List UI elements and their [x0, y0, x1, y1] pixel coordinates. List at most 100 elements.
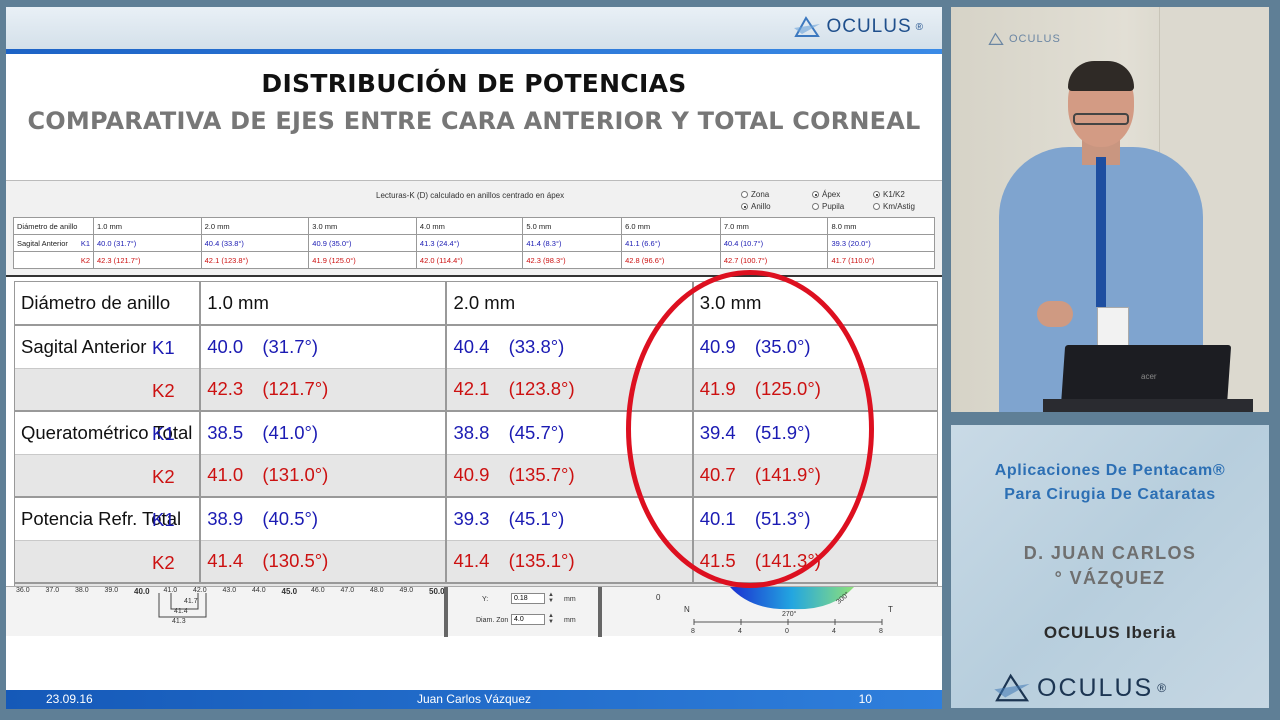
talk-title-line-1: Aplicaciones De Pentacam®	[994, 462, 1226, 479]
big-row-label-cell: K2	[15, 454, 202, 498]
y-field-label: Y:	[482, 596, 489, 603]
backdrop-oculus-logo: OCULUS	[987, 32, 1061, 46]
radio-button-icon[interactable]	[873, 203, 880, 210]
big-value-cell: 38.5 (41.0°)	[200, 411, 448, 455]
axis-value: (45.1°)	[508, 507, 565, 529]
small-k2-value-7: 41.7 (110.0°)	[827, 251, 935, 269]
radio-button-icon[interactable]	[741, 191, 748, 198]
small-k1-value-1: 40.4 (33.8°)	[200, 234, 310, 252]
y-stepper-icon[interactable]: ▲ ▼	[548, 592, 554, 604]
small-diameter-2: 3.0 mm	[308, 217, 417, 235]
option-1[interactable]: Ápex	[812, 190, 840, 199]
option-label: Zona	[751, 190, 770, 199]
zoom-field-input[interactable]: 4.0	[511, 614, 545, 625]
k-value: 41.0	[207, 464, 244, 486]
k-value: 40.4	[453, 335, 490, 357]
axis-value: (33.8°)	[508, 335, 565, 357]
option-0[interactable]: Zona	[741, 190, 769, 199]
slide-header-line	[6, 49, 942, 54]
small-diameter-1: 2.0 mm	[200, 217, 310, 235]
big-value-cell: 38.9 (40.5°)	[200, 497, 448, 541]
small-k1-value-7: 39.3 (20.0°)	[827, 234, 935, 252]
big-row-label-cell: Sagital Anterior K1	[15, 325, 202, 369]
map-angle-270: 270°	[782, 611, 797, 618]
speaker-name-line-1: D. JUAN CARLOS	[1023, 543, 1197, 563]
speaker-name-line-2: ° VÁZQUEZ	[1054, 568, 1166, 588]
slide-oculus-logo: OCULUS ®	[792, 16, 924, 38]
small-diameter-3: 4.0 mm	[415, 217, 524, 235]
scale-marker-lines	[158, 593, 207, 618]
small-k2-value-5: 42.8 (96.6°)	[621, 251, 721, 269]
y-field-input[interactable]: 0.18	[511, 593, 545, 604]
k-value: 40.0	[207, 335, 244, 357]
slide-title: DISTRIBUCIÓN DE POTENCIAS	[261, 69, 687, 98]
axis-value: (131.0°)	[262, 464, 329, 486]
radio-button-icon[interactable]	[873, 191, 880, 198]
scale-tick-label: 37.0	[45, 587, 60, 594]
big-value-cell: 41.0 (131.0°)	[200, 454, 448, 498]
big-row-label-cell: Queratométrico Total K1	[15, 411, 202, 455]
option-5[interactable]: Km/Astig	[873, 202, 915, 211]
zoom-stepper-icon[interactable]: ▲ ▼	[548, 613, 554, 625]
small-diameter-0: 1.0 mm	[93, 217, 202, 235]
big-column-1: 1.0 mm	[200, 282, 448, 326]
big-k-label: K1	[152, 423, 175, 444]
big-k-label: K1	[152, 509, 175, 530]
map-axis-tick: 0	[785, 628, 789, 635]
slide-logo-reg: ®	[915, 21, 924, 33]
oculus-star-icon	[994, 673, 1030, 702]
big-value-cell: 42.3 (121.7°)	[200, 368, 448, 412]
small-k2-value-4: 42.3 (98.3°)	[522, 251, 623, 269]
info-logo-reg: ®	[1157, 681, 1169, 695]
radio-button-icon[interactable]	[812, 203, 819, 210]
small-k1-value-3: 41.3 (24.4°)	[415, 234, 524, 252]
slide-logo-text: OCULUS	[826, 16, 912, 37]
option-3[interactable]: Anillo	[741, 202, 771, 211]
small-sagittal-label: Sagital Anterior K1	[13, 234, 94, 252]
small-k2-label: K2	[80, 255, 90, 265]
speaker-company: OCULUS Iberia	[1043, 623, 1177, 642]
talk-title-line-2: Para Cirugia De Cataratas	[1004, 486, 1216, 503]
small-k2-value-0: 42.3 (121.7°)	[93, 251, 202, 269]
axis-value: (135.7°)	[508, 464, 575, 486]
laptop-brand: acer	[1141, 372, 1157, 381]
small-k1-label: K1	[80, 238, 90, 248]
axis-value: (130.5°)	[262, 550, 329, 572]
small-readings-table: Diámetro de anillo 1.0 mm 2.0 mm 3.0 mm 4.0…	[13, 217, 935, 269]
small-k2-label-cell: K2	[13, 251, 94, 269]
readings-caption: Lecturas-K (D) calculado en anillos cent…	[376, 191, 565, 200]
talk-info-panel: Aplicaciones De Pentacam® Para Cirugia D…	[951, 425, 1269, 708]
small-k1-value-5: 41.1 (6.6°)	[621, 234, 721, 252]
backdrop-logo-text: OCULUS	[1009, 33, 1061, 45]
big-row-label-cell: K2	[15, 540, 202, 584]
option-4[interactable]: Pupila	[812, 202, 844, 211]
map-t-label: T	[888, 605, 893, 614]
map-axis-tick: 8	[691, 628, 695, 635]
small-k1-value-4: 41.4 (8.3°)	[522, 234, 623, 252]
small-sagittal-text: Sagital Anterior	[17, 238, 68, 248]
small-diameter-6: 7.0 mm	[719, 217, 829, 235]
radio-button-icon[interactable]	[812, 191, 819, 198]
option-2[interactable]: K1/K2	[873, 190, 905, 199]
axis-value: (135.1°)	[508, 550, 575, 572]
slide-subtitle: COMPARATIVA DE EJES ENTRE CARA ANTERIOR …	[27, 107, 921, 135]
scale-tick-label: 45.0	[281, 587, 298, 596]
info-logo-text: OCULUS	[1037, 673, 1154, 702]
big-value-cell: 41.4 (130.5°)	[200, 540, 448, 584]
small-k2-value-6: 42.7 (100.7°)	[719, 251, 829, 269]
slide-footer: 23.09.16 Juan Carlos Vázquez 10	[6, 690, 942, 709]
map-axis-line	[693, 619, 883, 625]
map-axis-tick: 4	[738, 628, 742, 635]
k-value: 38.8	[453, 421, 490, 443]
k-value: 41.4	[453, 550, 490, 572]
k-value: 39.3	[453, 507, 490, 529]
small-table-k2-row: K2 42.3 (121.7°) 42.1 (123.8°) 41.9 (125.0…	[13, 251, 935, 269]
speaker-badge	[1097, 307, 1129, 347]
radio-button-icon[interactable]	[741, 203, 748, 210]
axis-value: (123.8°)	[508, 378, 575, 400]
info-oculus-logo: OCULUS ®	[991, 673, 1168, 703]
oculus-star-icon	[988, 32, 1004, 45]
scale-marker-3: 41.3	[172, 618, 186, 625]
strip-separator	[444, 587, 448, 637]
k-value: 38.5	[207, 421, 244, 443]
